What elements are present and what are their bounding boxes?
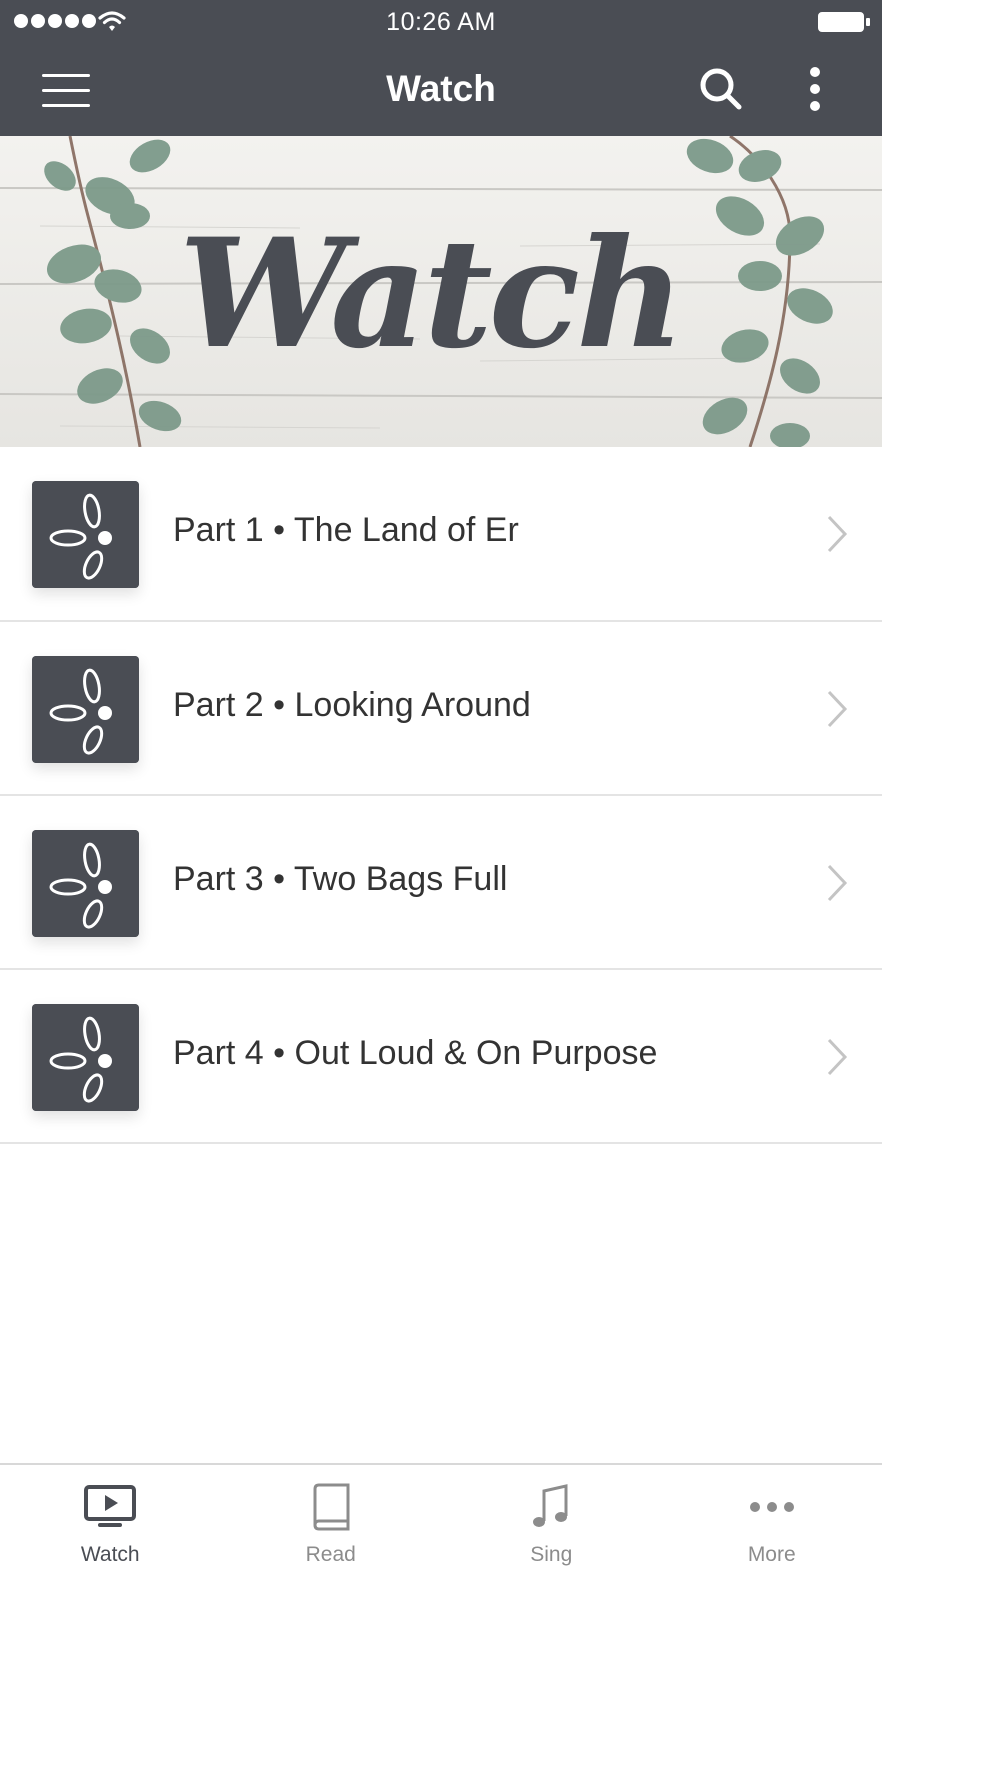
tab-sing[interactable]: Sing: [441, 1465, 662, 1569]
chevron-right-icon: [827, 515, 848, 553]
top-bar: 10:26 AM Watch: [0, 0, 882, 136]
tab-label: Watch: [80, 1543, 140, 1566]
tab-label: Sing: [530, 1543, 573, 1566]
watch-banner: Watch: [0, 136, 882, 447]
chevron-right-icon: [827, 864, 848, 902]
list-item[interactable]: Part 1 • The Land of Er: [0, 447, 882, 622]
tab-watch[interactable]: Watch: [0, 1465, 221, 1569]
list-item-label: Part 4 • Out Loud & On Purpose: [173, 1034, 658, 1072]
battery-tip: [866, 18, 870, 26]
search-icon[interactable]: [698, 66, 744, 112]
episode-thumbnail-icon: [32, 830, 139, 937]
status-bar: 10:26 AM: [0, 0, 882, 44]
tab-read[interactable]: Read: [221, 1465, 442, 1569]
tv-play-icon: [84, 1485, 137, 1527]
list-item-label: Part 2 • Looking Around: [173, 686, 531, 724]
list-item[interactable]: Part 2 • Looking Around: [0, 622, 882, 796]
battery-icon: [818, 12, 864, 32]
more-dots-icon: [749, 1502, 794, 1512]
list-item[interactable]: Part 3 • Two Bags Full: [0, 796, 882, 970]
list-item[interactable]: Part 4 • Out Loud & On Purpose: [0, 970, 882, 1144]
list-item-label: Part 1 • The Land of Er: [173, 511, 519, 549]
music-note-icon: [533, 1484, 568, 1527]
tab-label: More: [747, 1543, 796, 1566]
episode-thumbnail-icon: [32, 656, 139, 763]
book-icon: [313, 1483, 350, 1531]
tab-bar: Watch Read Sing More: [0, 1463, 882, 1569]
app-screen: 10:26 AM Watch Watch Part 1 • The Land o…: [0, 0, 882, 1778]
list-item-label: Part 3 • Two Bags Full: [173, 860, 508, 898]
page-title: Watch: [386, 68, 496, 109]
chevron-right-icon: [827, 690, 848, 728]
episode-thumbnail-icon: [32, 1004, 139, 1111]
overflow-menu-icon[interactable]: [800, 64, 830, 114]
episode-list: Part 1 • The Land of Er Part 2 • Looking…: [0, 447, 882, 1144]
tab-more[interactable]: More: [662, 1465, 883, 1569]
banner-script-text: Watch: [179, 206, 681, 382]
chevron-right-icon: [827, 1038, 848, 1076]
episode-thumbnail-icon: [32, 481, 139, 588]
navigation-bar: Watch: [0, 44, 882, 136]
status-time: 10:26 AM: [386, 8, 496, 36]
tab-label: Read: [305, 1543, 356, 1566]
